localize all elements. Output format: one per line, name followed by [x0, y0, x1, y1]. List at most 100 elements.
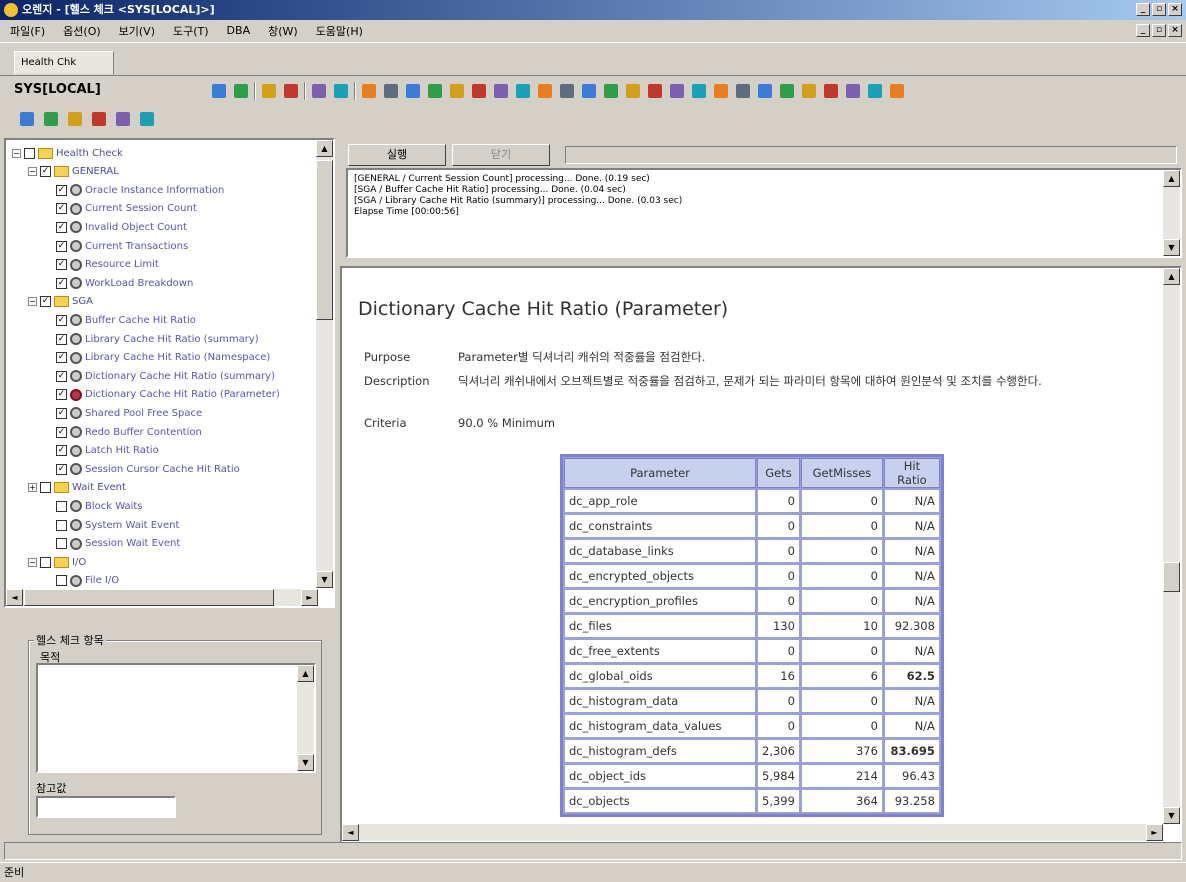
- maximize-button[interactable]: ▫: [1152, 3, 1166, 16]
- tree-checkbox[interactable]: ✓: [40, 166, 51, 178]
- doc-icon[interactable]: [734, 82, 752, 100]
- scroll-right-icon[interactable]: ►: [1146, 824, 1163, 841]
- open-icon[interactable]: [42, 110, 60, 128]
- refresh-icon[interactable]: [18, 110, 36, 128]
- tree-checkbox[interactable]: ✓: [56, 259, 67, 271]
- search-icon[interactable]: [866, 82, 884, 100]
- tree-checkbox[interactable]: ✓: [56, 203, 67, 215]
- tree-node[interactable]: ✓ Oracle Instance Information: [44, 181, 224, 199]
- tree-checkbox[interactable]: ✓: [56, 445, 67, 457]
- report-vertical-scrollbar[interactable]: ▲ ▼: [1163, 268, 1180, 824]
- grid-icon[interactable]: [382, 82, 400, 100]
- menu-dba[interactable]: DBA: [223, 23, 255, 38]
- tree-checkbox[interactable]: ✓: [56, 389, 67, 401]
- check-icon[interactable]: [690, 82, 708, 100]
- tree-checkbox[interactable]: ✓: [56, 221, 67, 233]
- table-icon[interactable]: [426, 82, 444, 100]
- scroll-down-icon[interactable]: ▼: [1163, 807, 1180, 824]
- tree-checkbox[interactable]: ✓: [56, 333, 67, 345]
- tab-health-chk[interactable]: Health Chk: [14, 51, 114, 75]
- preview-icon[interactable]: [138, 110, 156, 128]
- scroll-left-icon[interactable]: ◄: [342, 824, 359, 841]
- tree-checkbox[interactable]: [40, 556, 51, 568]
- tree-node[interactable]: ✓ Library Cache Hit Ratio (summary): [44, 330, 259, 348]
- tree-node[interactable]: Session Wait Event: [44, 535, 180, 553]
- tree-expander-icon[interactable]: −: [28, 297, 37, 307]
- wand-icon[interactable]: [558, 82, 576, 100]
- menu-tools[interactable]: 도구(T): [169, 22, 213, 40]
- mdi-close-button[interactable]: ×: [1168, 24, 1182, 37]
- tree-checkbox[interactable]: ✓: [56, 277, 67, 289]
- tree-node[interactable]: + Wait Event: [28, 479, 126, 497]
- close-button[interactable]: ×: [1168, 3, 1182, 16]
- note-field[interactable]: [36, 796, 176, 818]
- tree-checkbox[interactable]: [24, 147, 35, 159]
- tree-checkbox[interactable]: [56, 519, 67, 531]
- save-as-icon[interactable]: [90, 110, 108, 128]
- tree-checkbox[interactable]: ✓: [56, 314, 67, 326]
- tree-horizontal-scrollbar[interactable]: ◄ ►: [6, 589, 318, 606]
- tree-expander-icon[interactable]: −: [28, 557, 37, 567]
- tree-node[interactable]: ✓ Current Transactions: [44, 237, 188, 255]
- report-icon[interactable]: [536, 82, 554, 100]
- check2-icon[interactable]: [712, 82, 730, 100]
- tree-node[interactable]: ✓ Dictionary Cache Hit Ratio (summary): [44, 367, 275, 385]
- prev-icon[interactable]: [260, 82, 278, 100]
- tree-node[interactable]: ✓ Shared Pool Free Space: [44, 404, 202, 422]
- next-icon[interactable]: [282, 82, 300, 100]
- scroll-down-icon[interactable]: ▼: [316, 571, 333, 588]
- scroll-up-icon[interactable]: ▲: [316, 140, 333, 157]
- scroll-down-icon[interactable]: ▼: [1163, 239, 1180, 256]
- tree-node[interactable]: ✓ Invalid Object Count: [44, 218, 187, 236]
- tree-checkbox[interactable]: [40, 482, 51, 494]
- tree-checkbox[interactable]: [56, 575, 67, 587]
- hscroll-thumb[interactable]: [24, 589, 274, 606]
- tree-checkbox[interactable]: ✓: [56, 370, 67, 382]
- tree-checkbox[interactable]: ✓: [56, 240, 67, 252]
- tree-checkbox[interactable]: ✓: [56, 426, 67, 438]
- chart2-icon[interactable]: [332, 82, 350, 100]
- tree-node[interactable]: ✓ Current Session Count: [44, 200, 197, 218]
- tree-expander-icon[interactable]: −: [12, 148, 21, 158]
- scroll-up-icon[interactable]: ▲: [297, 665, 314, 682]
- tree-node[interactable]: − ✓ SGA: [28, 293, 93, 311]
- minimize-button[interactable]: _: [1136, 3, 1150, 16]
- sort-desc-icon[interactable]: [232, 82, 250, 100]
- scroll-right-icon[interactable]: ►: [301, 589, 318, 606]
- print-icon[interactable]: [114, 110, 132, 128]
- tree-checkbox[interactable]: ✓: [56, 184, 67, 196]
- settings-icon[interactable]: [888, 82, 906, 100]
- tree-checkbox[interactable]: ✓: [56, 352, 67, 364]
- scroll-thumb[interactable]: [1163, 562, 1180, 592]
- run-button[interactable]: 실행: [348, 144, 446, 166]
- sort-asc-icon[interactable]: [210, 82, 228, 100]
- menu-options[interactable]: 옵션(O): [59, 22, 104, 40]
- tree-node[interactable]: ✓ Dictionary Cache Hit Ratio (Parameter): [44, 386, 280, 404]
- db3-icon[interactable]: [602, 82, 620, 100]
- tree-checkbox[interactable]: ✓: [56, 463, 67, 475]
- users-icon[interactable]: [646, 82, 664, 100]
- monitor-icon[interactable]: [800, 82, 818, 100]
- lock-icon[interactable]: [624, 82, 642, 100]
- scroll-down-icon[interactable]: ▼: [297, 754, 314, 771]
- tree-node[interactable]: ✓ Redo Buffer Contention: [44, 423, 202, 441]
- chart3-icon[interactable]: [404, 82, 422, 100]
- tree-expander-icon[interactable]: +: [28, 483, 37, 493]
- tree-node[interactable]: ✓ WorkLoad Breakdown: [44, 274, 193, 292]
- save-icon[interactable]: [66, 110, 84, 128]
- mdi-maximize-button[interactable]: ▫: [1152, 24, 1166, 37]
- log-scrollbar[interactable]: ▲ ▼: [1163, 170, 1180, 256]
- tree-node[interactable]: ✓ Library Cache Hit Ratio (Namespace): [44, 349, 270, 367]
- menu-file[interactable]: 파일(F): [6, 22, 49, 40]
- menu-window[interactable]: 창(W): [264, 22, 302, 40]
- db2-icon[interactable]: [580, 82, 598, 100]
- scroll-thumb[interactable]: [316, 160, 333, 320]
- export-icon[interactable]: [514, 82, 532, 100]
- report-horizontal-scrollbar[interactable]: ◄ ►: [342, 824, 1163, 841]
- tool-icon[interactable]: [778, 82, 796, 100]
- tree-node[interactable]: − I/O: [28, 553, 86, 571]
- chart-icon[interactable]: [310, 82, 328, 100]
- network-icon[interactable]: [756, 82, 774, 100]
- log-icon[interactable]: [668, 82, 686, 100]
- tree-checkbox[interactable]: ✓: [56, 407, 67, 419]
